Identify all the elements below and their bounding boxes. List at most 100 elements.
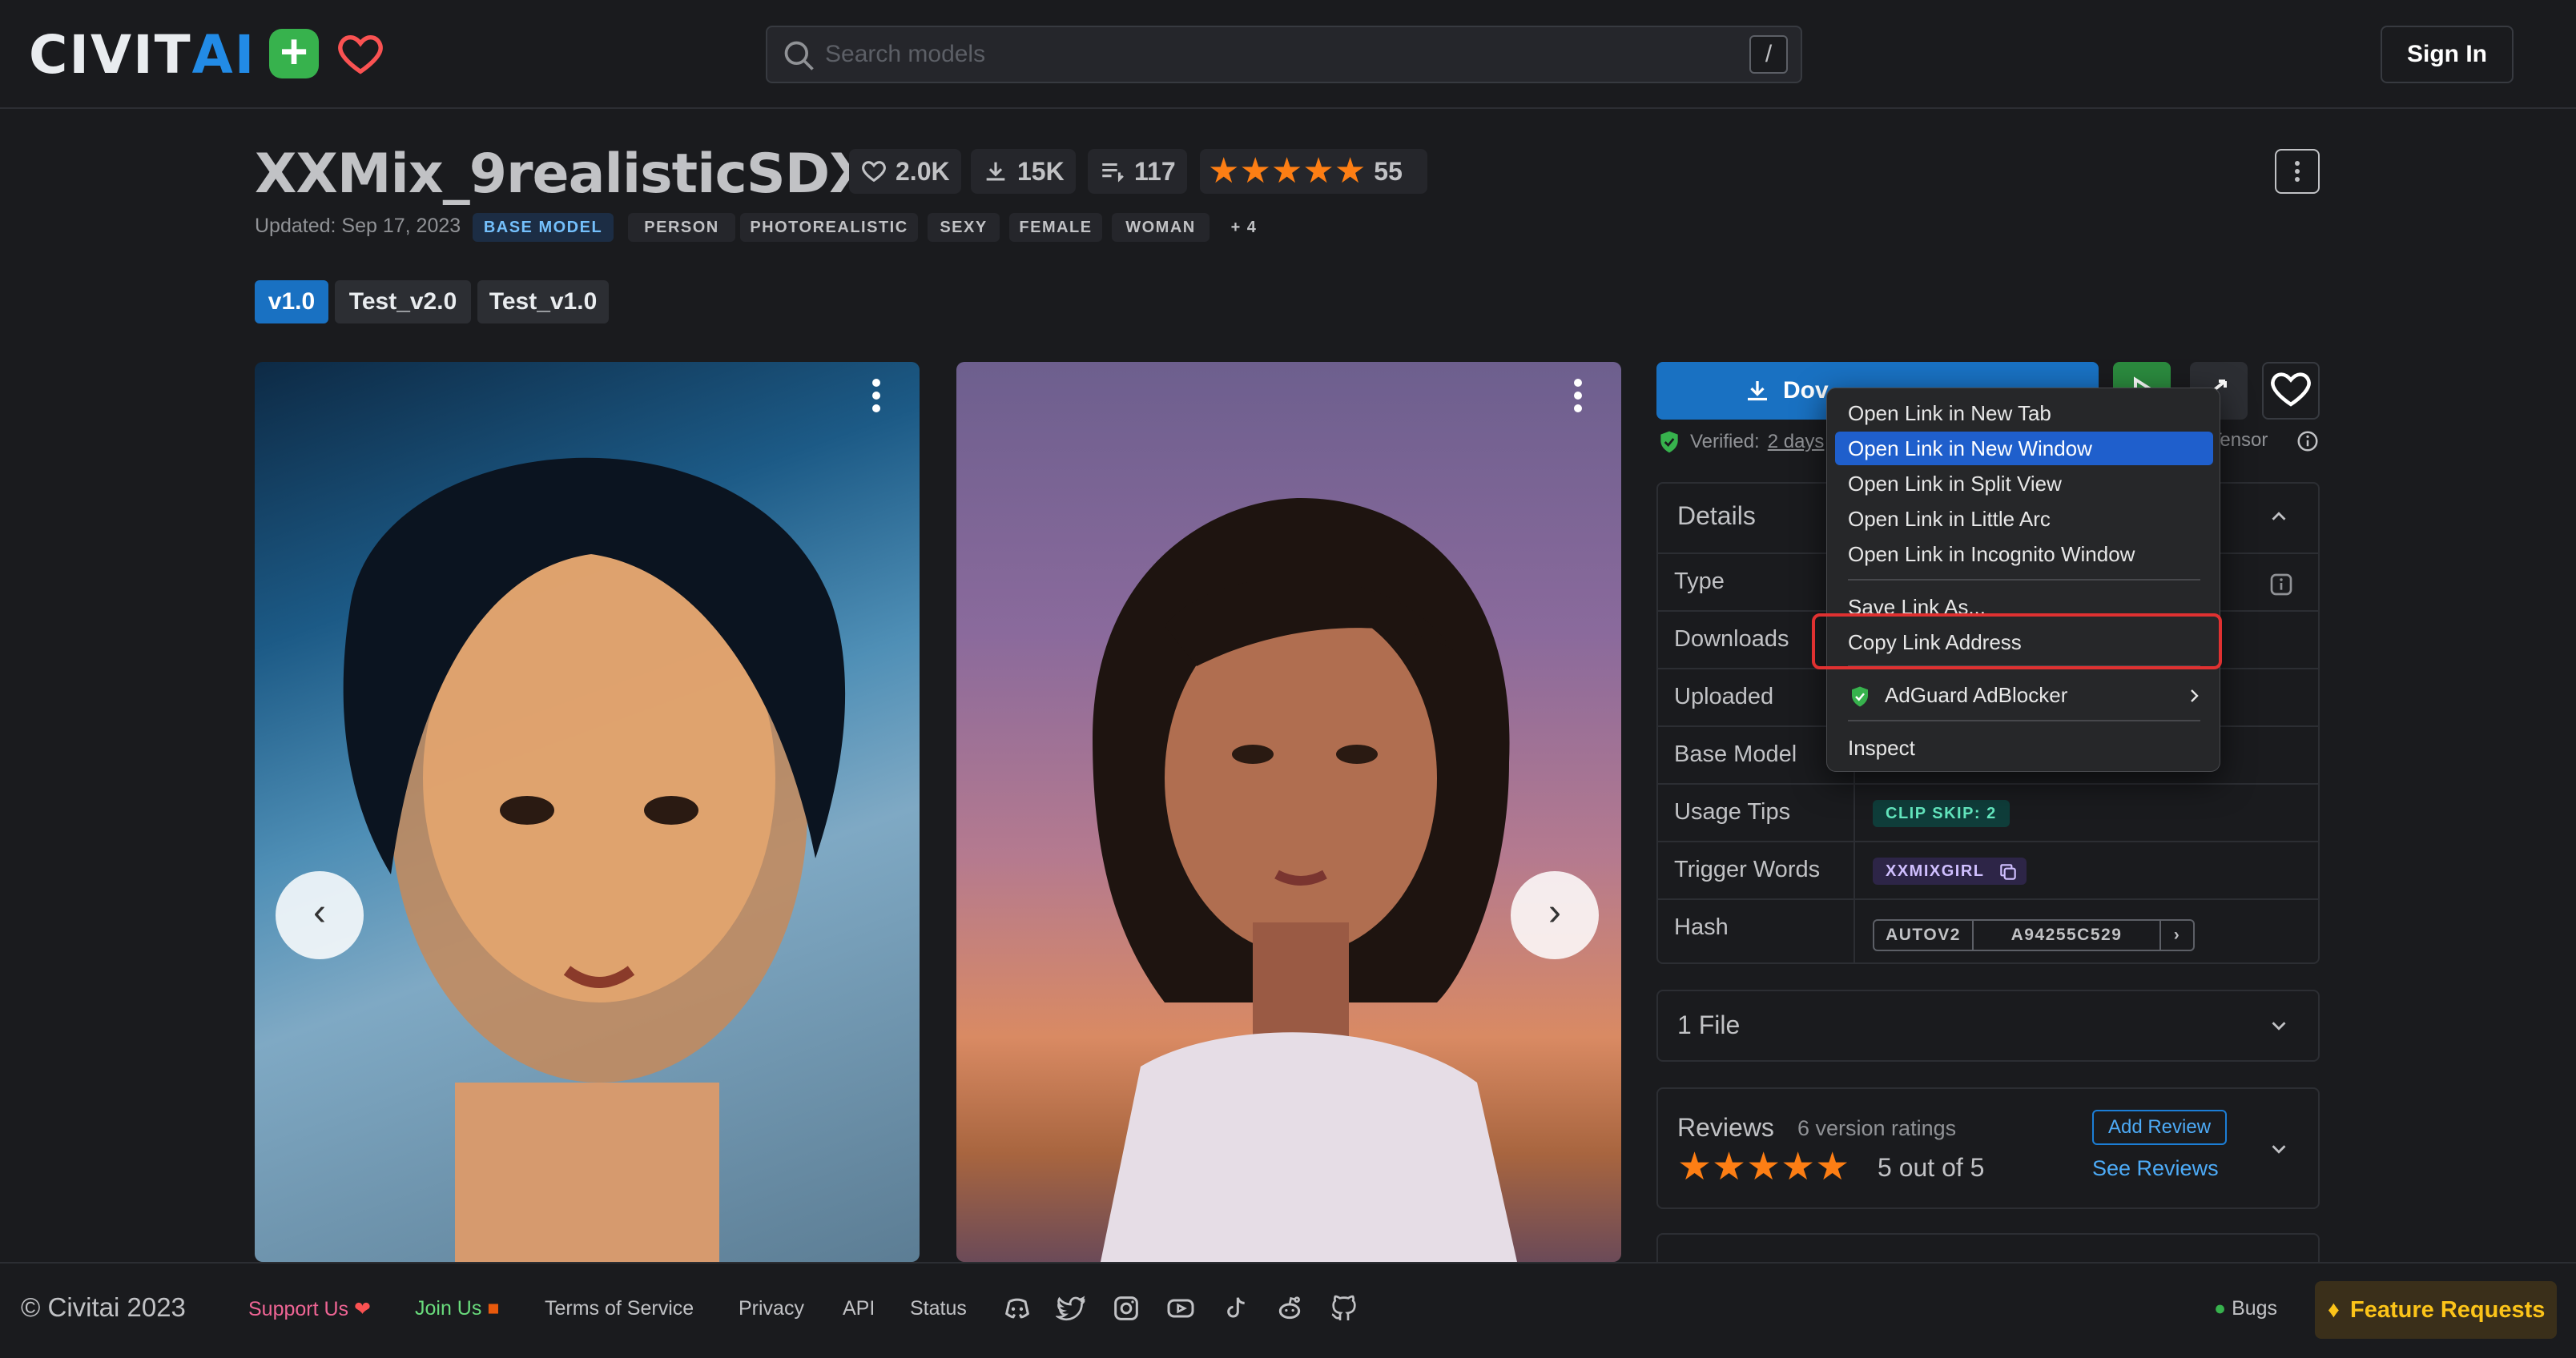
star-icon: ★: [1302, 151, 1334, 191]
create-plus-icon[interactable]: +: [269, 28, 319, 78]
chevron-right-icon: [2191, 689, 2199, 702]
more-tags-badge[interactable]: + 4: [1219, 213, 1269, 242]
model-preview-image[interactable]: ‹: [255, 362, 920, 1262]
image-options-icon[interactable]: [1572, 375, 1584, 416]
version-tab[interactable]: Test_v1.0: [477, 280, 609, 323]
youtube-icon[interactable]: [1165, 1292, 1197, 1324]
star-icon: ★: [1208, 151, 1240, 191]
logo-accent-text: AI: [191, 23, 256, 86]
detail-label: Trigger Words: [1674, 857, 1821, 882]
menu-item-inspect[interactable]: Inspect: [1835, 731, 2213, 765]
feature-requests-button[interactable]: ♦ Feature Requests: [2315, 1281, 2557, 1339]
support-label: Support Us: [248, 1298, 349, 1320]
portrait-photo: [1093, 498, 1517, 1262]
favorite-button[interactable]: [2262, 362, 2320, 420]
download-label: Dov: [1783, 377, 1829, 404]
menu-item-open-new-tab[interactable]: Open Link in New Tab: [1835, 396, 2213, 430]
carousel-prev-button[interactable]: ‹: [276, 871, 364, 959]
add-review-button[interactable]: Add Review: [2092, 1110, 2227, 1145]
tiktok-icon[interactable]: [1219, 1292, 1251, 1324]
menu-item-open-new-window[interactable]: Open Link in New Window: [1835, 432, 2213, 465]
info-icon[interactable]: [2296, 429, 2320, 453]
footer-api-link[interactable]: API: [843, 1297, 875, 1320]
star-icon: ★: [1677, 1146, 1713, 1188]
briefcase-icon: ■: [487, 1297, 500, 1320]
image-options-icon[interactable]: [870, 375, 883, 416]
github-icon[interactable]: [1328, 1292, 1360, 1324]
sign-in-button[interactable]: Sign In: [2381, 26, 2514, 83]
model-preview-image[interactable]: ›: [956, 362, 1621, 1262]
download-icon: [986, 162, 1005, 181]
discord-icon[interactable]: [1001, 1292, 1033, 1324]
footer-privacy-link[interactable]: Privacy: [739, 1297, 804, 1320]
footer-status-link[interactable]: Status: [910, 1297, 967, 1320]
footer-terms-link[interactable]: Terms of Service: [545, 1297, 694, 1320]
reviews-sub: 6 version ratings: [1797, 1116, 1957, 1140]
rating-stat[interactable]: ★ ★ ★ ★ ★ 55: [1200, 149, 1427, 194]
reddit-icon[interactable]: [1274, 1292, 1306, 1324]
reviews-summary: 5 out of 5: [1878, 1153, 1985, 1182]
likes-stat[interactable]: 2.0K: [849, 149, 961, 194]
chevron-up-icon[interactable]: [2267, 504, 2291, 528]
version-tab[interactable]: Test_v2.0: [335, 280, 471, 323]
detail-label: Usage Tips: [1674, 799, 1791, 825]
chevron-right-icon[interactable]: ›: [2161, 921, 2193, 950]
model-options-button[interactable]: [2275, 149, 2320, 194]
reviews-heading: Reviews: [1677, 1113, 1774, 1142]
comments-stat[interactable]: 117: [1088, 149, 1187, 194]
detail-row-usage-tips: Usage Tips CLIP SKIP: 2: [1658, 783, 2318, 842]
detail-row-trigger-words: Trigger Words XXMIXGIRL: [1658, 841, 2318, 900]
files-panel[interactable]: [1656, 990, 2320, 1062]
bugs-label: Bugs: [2232, 1297, 2278, 1320]
tag-badge[interactable]: FEMALE: [1009, 213, 1102, 242]
detail-label: Uploaded: [1674, 684, 1774, 709]
chevron-down-icon[interactable]: [2267, 1014, 2291, 1038]
feature-requests-label: Feature Requests: [2350, 1297, 2546, 1323]
hash-value[interactable]: A94255C529: [1974, 921, 2161, 950]
details-heading[interactable]: Details: [1677, 501, 1756, 531]
tag-badge[interactable]: SEXY: [928, 213, 1000, 242]
chevron-down-icon[interactable]: [2267, 1137, 2291, 1161]
detail-label: Downloads: [1674, 626, 1789, 652]
comments-panel: [1656, 1233, 2320, 1265]
see-reviews-link[interactable]: See Reviews: [2092, 1156, 2219, 1181]
version-tab[interactable]: v1.0: [255, 280, 328, 323]
annotation-highlight-box: [1812, 613, 2222, 669]
tag-badge[interactable]: PHOTOREALISTIC: [740, 213, 918, 242]
downloads-count: 15K: [1017, 156, 1065, 186]
footer-support-link[interactable]: Support Us ❤: [248, 1297, 371, 1321]
search-input[interactable]: [825, 35, 1626, 74]
context-menu: Open Link in New Tab Open Link in New Wi…: [1826, 388, 2220, 772]
detail-label: Type: [1674, 569, 1725, 594]
carousel-next-button[interactable]: ›: [1511, 871, 1599, 959]
hash-type[interactable]: AUTOV2: [1874, 921, 1974, 950]
civitai-logo[interactable]: CIVIT AI: [29, 24, 256, 86]
heart-icon[interactable]: [335, 29, 386, 80]
verified-link[interactable]: 2 days: [1768, 431, 1825, 453]
menu-item-open-split-view[interactable]: Open Link in Split View: [1835, 467, 2213, 500]
heart-outline-icon: [2271, 372, 2311, 407]
tag-badge[interactable]: WOMAN: [1112, 213, 1210, 242]
instagram-icon[interactable]: [1110, 1292, 1142, 1324]
join-label: Join Us: [415, 1297, 482, 1320]
menu-item-adguard[interactable]: AdGuard AdBlocker: [1835, 678, 2213, 712]
star-icon: ★: [1746, 1146, 1781, 1188]
clip-skip-badge: CLIP SKIP: 2: [1873, 800, 2010, 827]
info-square-icon[interactable]: [2268, 572, 2294, 597]
tag-badge[interactable]: PERSON: [628, 213, 735, 242]
twitter-icon[interactable]: [1056, 1292, 1088, 1324]
hash-box[interactable]: AUTOV2 A94255C529 ›: [1873, 919, 2195, 951]
verified-info: Verified: 2 days: [1656, 429, 1824, 455]
footer-join-link[interactable]: Join Us ■: [415, 1297, 499, 1320]
star-icon: ★: [1334, 151, 1366, 191]
footer-bugs-link[interactable]: ● Bugs: [2214, 1297, 2277, 1320]
files-label[interactable]: 1 File: [1677, 1010, 1740, 1040]
menu-item-open-little-arc[interactable]: Open Link in Little Arc: [1835, 502, 2213, 536]
tag-badge[interactable]: BASE MODEL: [473, 213, 614, 242]
copy-icon[interactable]: [1998, 862, 2019, 882]
menu-item-open-incognito[interactable]: Open Link in Incognito Window: [1835, 537, 2213, 571]
search-box[interactable]: /: [766, 26, 1802, 83]
downloads-stat[interactable]: 15K: [971, 149, 1076, 194]
adguard-shield-icon: [1852, 686, 1868, 707]
star-icon: ★: [1781, 1146, 1816, 1188]
